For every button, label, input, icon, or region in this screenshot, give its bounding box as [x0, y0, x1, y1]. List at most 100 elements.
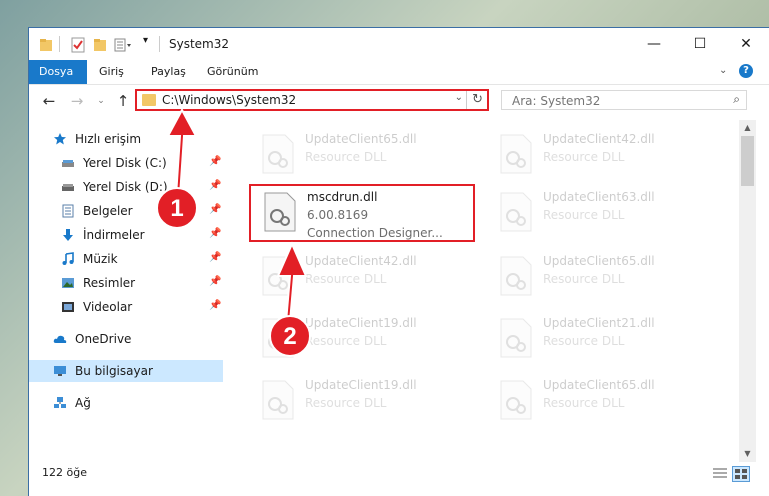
- pin-icon[interactable]: 📌: [209, 228, 221, 239]
- file-item[interactable]: UpdateClient21.dll Resource DLL: [487, 312, 717, 370]
- file-item[interactable]: UpdateClient19.dll Resource DLL: [249, 312, 479, 370]
- pin-icon[interactable]: 📌: [209, 252, 221, 263]
- tab-paylas[interactable]: Paylaş: [141, 60, 196, 84]
- sidebar-item-onedrive[interactable]: OneDrive: [29, 328, 223, 350]
- sidebar-item-label: Videolar: [83, 300, 133, 314]
- file-item-mscdrun[interactable]: mscdrun.dll 6.00.8169 Connection Designe…: [249, 184, 475, 242]
- file-item[interactable]: UpdateClient42.dll Resource DLL: [249, 250, 479, 308]
- sidebar-item-downloads[interactable]: İndirmeler 📌: [29, 224, 223, 246]
- pin-icon[interactable]: 📌: [209, 180, 221, 191]
- network-icon: [54, 397, 66, 408]
- address-bar[interactable]: C:\Windows\System32 ⌄ ↻: [135, 89, 489, 111]
- file-name: UpdateClient19.dll: [305, 378, 417, 392]
- file-name: UpdateClient42.dll: [305, 254, 417, 268]
- scroll-thumb[interactable]: [741, 136, 754, 186]
- dll-file-icon: [264, 192, 296, 232]
- computer-icon: [54, 366, 66, 376]
- tiles-view-icon[interactable]: [732, 466, 750, 482]
- sidebar-item-disk-c[interactable]: Yerel Disk (C:) 📌: [29, 152, 223, 174]
- file-item[interactable]: UpdateClient19.dll Resource DLL: [249, 374, 479, 432]
- file-item[interactable]: UpdateClient65.dll Resource DLL: [249, 128, 479, 186]
- refresh-icon[interactable]: ↻: [472, 92, 483, 107]
- dll-file-icon: [500, 380, 532, 420]
- search-box[interactable]: ⌕: [501, 90, 747, 110]
- status-bar: 122 öğe: [29, 462, 769, 484]
- minimize-button[interactable]: —: [631, 28, 677, 60]
- expand-ribbon-icon[interactable]: ⌄: [719, 65, 727, 76]
- navigation-bar: ← → ⌄ ↑ C:\Windows\System32 ⌄ ↻ ⌕: [29, 85, 769, 117]
- file-type: Resource DLL: [305, 150, 387, 164]
- close-button[interactable]: ✕: [723, 28, 769, 60]
- pin-icon[interactable]: 📌: [209, 204, 221, 215]
- file-type: Resource DLL: [305, 396, 387, 410]
- dll-file-icon: [500, 256, 532, 296]
- recent-locations-icon[interactable]: ⌄: [91, 91, 111, 111]
- file-name: UpdateClient65.dll: [543, 254, 655, 268]
- tab-gorunum[interactable]: Görünüm: [197, 60, 268, 84]
- back-arrow-icon[interactable]: ←: [39, 91, 59, 111]
- sidebar-item-label: Müzik: [83, 252, 118, 266]
- window-title: System32: [169, 37, 230, 51]
- file-item[interactable]: UpdateClient63.dll Resource DLL: [487, 186, 717, 244]
- file-item[interactable]: UpdateClient42.dll Resource DLL: [487, 128, 717, 186]
- tab-giris[interactable]: Giriş: [89, 60, 134, 84]
- file-list: UpdateClient65.dll Resource DLL UpdateCl…: [225, 124, 739, 474]
- sidebar-item-quick-access[interactable]: Hızlı erişim: [29, 128, 223, 150]
- dll-file-icon: [262, 134, 294, 174]
- dll-file-icon: [262, 318, 294, 358]
- maximize-button[interactable]: ☐: [677, 28, 723, 60]
- dropdown-arrow-icon[interactable]: ▾: [143, 35, 148, 46]
- properties-icon[interactable]: [71, 37, 85, 53]
- file-type: Resource DLL: [305, 334, 387, 348]
- scroll-up-icon[interactable]: ▲: [739, 120, 756, 136]
- sidebar-item-label: Ağ: [75, 396, 91, 410]
- item-count: 122 öğe: [42, 466, 87, 479]
- sidebar-item-network[interactable]: Ağ: [29, 392, 223, 414]
- file-item[interactable]: UpdateClient65.dll Resource DLL: [487, 250, 717, 308]
- sidebar-item-disk-d[interactable]: Yerel Disk (D:) 📌: [29, 176, 223, 198]
- cloud-icon: [53, 335, 67, 343]
- sidebar-item-label: Bu bilgisayar: [75, 364, 153, 378]
- sidebar-item-pictures[interactable]: Resimler 📌: [29, 272, 223, 294]
- forward-arrow-icon[interactable]: →: [67, 91, 87, 111]
- divider: [466, 91, 467, 109]
- dll-file-icon: [500, 134, 532, 174]
- file-name: UpdateClient19.dll: [305, 316, 417, 330]
- folder-icon[interactable]: [39, 37, 53, 53]
- sidebar-item-label: Yerel Disk (C:): [83, 156, 167, 170]
- customize-toolbar-icon[interactable]: [114, 37, 134, 53]
- download-icon: [63, 229, 73, 241]
- star-icon: [54, 133, 66, 145]
- address-path[interactable]: C:\Windows\System32: [162, 93, 296, 107]
- sidebar-item-label: İndirmeler: [83, 228, 145, 242]
- file-name: mscdrun.dll: [307, 190, 378, 204]
- vertical-scrollbar[interactable]: ▲ ▼: [739, 120, 756, 462]
- sidebar-item-documents[interactable]: Belgeler 📌: [29, 200, 223, 222]
- pin-icon[interactable]: 📌: [209, 156, 221, 167]
- details-view-icon[interactable]: [712, 466, 728, 480]
- file-type: Resource DLL: [543, 208, 625, 222]
- up-arrow-icon[interactable]: ↑: [113, 91, 133, 111]
- ribbon-tabs: Dosya Giriş Paylaş Görünüm ⌄ ?: [29, 60, 769, 85]
- search-icon[interactable]: ⌕: [733, 92, 740, 107]
- navigation-pane: Hızlı erişim Yerel Disk (C:) 📌 Yerel Dis…: [29, 124, 223, 474]
- drive-icon: [62, 184, 74, 191]
- scroll-down-icon[interactable]: ▼: [739, 446, 756, 462]
- address-dropdown-icon[interactable]: ⌄: [455, 92, 463, 103]
- file-name: UpdateClient65.dll: [305, 132, 417, 146]
- pin-icon[interactable]: 📌: [209, 300, 221, 311]
- file-item[interactable]: UpdateClient65.dll Resource DLL: [487, 374, 717, 432]
- search-input[interactable]: [510, 93, 714, 109]
- pin-icon[interactable]: 📌: [209, 276, 221, 287]
- file-name: UpdateClient65.dll: [543, 378, 655, 392]
- sidebar-item-music[interactable]: Müzik 📌: [29, 248, 223, 270]
- help-button[interactable]: ?: [739, 64, 753, 78]
- videos-icon: [62, 302, 74, 312]
- new-folder-icon[interactable]: [93, 37, 107, 53]
- sidebar-item-label: OneDrive: [75, 332, 132, 346]
- tab-dosya[interactable]: Dosya: [29, 60, 87, 84]
- file-type: Resource DLL: [305, 272, 387, 286]
- pictures-icon: [62, 278, 74, 288]
- sidebar-item-this-pc[interactable]: Bu bilgisayar: [29, 360, 223, 382]
- sidebar-item-videos[interactable]: Videolar 📌: [29, 296, 223, 318]
